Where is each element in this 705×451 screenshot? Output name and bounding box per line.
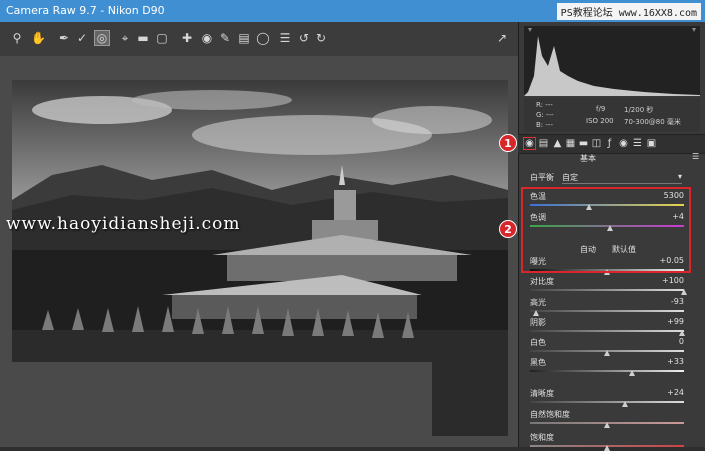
white-balance-dropdown[interactable]: 自定 ▾: [562, 172, 682, 184]
watermark: PS教程论坛 www.16XX8.com: [556, 3, 701, 20]
tone-curve-tab-icon[interactable]: ▤: [538, 138, 549, 149]
step-badge-1: 1: [499, 134, 517, 152]
image-info: R: --- G: --- B: --- f/9 1/200 秒 ISO 200…: [524, 98, 700, 132]
lens-corrections-tab-icon[interactable]: ◫: [591, 138, 602, 149]
slider-thumb[interactable]: [628, 370, 635, 376]
highlight-box: [521, 187, 691, 273]
watermark-url: www.haoyidiansheji.com: [6, 214, 241, 234]
slider-track[interactable]: [530, 401, 684, 403]
rgb-g-readout: G: ---: [536, 111, 554, 119]
slider-label: 饱和度: [530, 433, 554, 442]
adjustment-brush-icon[interactable]: ✎: [218, 31, 232, 45]
red-eye-icon[interactable]: ◉: [200, 31, 214, 45]
split-toning-tab-icon[interactable]: ▬: [578, 138, 589, 149]
shutter-readout: 1/200 秒: [624, 106, 654, 114]
detail-tab-icon[interactable]: ▲: [552, 138, 563, 149]
slider-label: 白色: [530, 338, 546, 347]
slider-thumb[interactable]: [604, 422, 610, 428]
window-title: Camera Raw 9.7 - Nikon D90: [6, 4, 165, 17]
histogram: [524, 26, 700, 96]
slider-track[interactable]: [530, 330, 684, 332]
slider-label: 清晰度: [530, 389, 554, 398]
slider-value[interactable]: -93: [644, 297, 684, 306]
white-balance-label: 白平衡: [530, 173, 554, 182]
crop-icon[interactable]: ⌖: [118, 31, 132, 45]
slider-label: 高光: [530, 298, 546, 307]
slider-value[interactable]: +33: [644, 357, 684, 366]
slider-thumb[interactable]: [681, 289, 687, 295]
color-sampler-icon[interactable]: ✓: [75, 31, 89, 45]
graduated-filter-icon[interactable]: ▤: [237, 31, 251, 45]
presets-icon[interactable]: ☰: [278, 31, 292, 45]
slider-label: 自然饱和度: [530, 410, 570, 419]
slider-thumb[interactable]: [604, 350, 610, 356]
preview-photo: [12, 80, 508, 436]
toolbar: ⚲ ✋ ✒ ✓ ◎ ⌖ ▬ ▢ ✚ ◉ ✎ ▤ ◯ ☰ ↺ ↻ ↗: [0, 22, 518, 57]
section-title: 基本: [580, 154, 596, 163]
title-bar: Camera Raw 9.7 - Nikon D90 PS教程论坛 www.16…: [0, 0, 705, 22]
hsl-tab-icon[interactable]: ▦: [565, 138, 576, 149]
effects-tab-icon[interactable]: ƒ: [604, 138, 615, 149]
rgb-r-readout: R: ---: [536, 101, 553, 109]
transform-icon[interactable]: ▢: [155, 31, 169, 45]
open-preferences-icon[interactable]: ↗: [495, 31, 509, 45]
slider-thumb[interactable]: [622, 401, 629, 407]
camera-calibration-tab-icon[interactable]: ◉: [618, 138, 629, 149]
aperture-readout: f/9: [596, 105, 606, 113]
slider-track[interactable]: [530, 289, 684, 291]
presets-tab-icon[interactable]: ☰: [632, 138, 643, 149]
rotate-ccw-icon[interactable]: ↺: [297, 31, 311, 45]
slider-label: 对比度: [530, 277, 554, 286]
slider-thumb[interactable]: [604, 445, 610, 451]
step-badge-2: 2: [499, 220, 517, 238]
spot-removal-icon[interactable]: ✚: [180, 31, 194, 45]
radial-filter-icon[interactable]: ◯: [256, 31, 270, 45]
rotate-cw-icon[interactable]: ↻: [314, 31, 328, 45]
white-balance-value: 自定: [562, 173, 578, 182]
slider-thumb[interactable]: [533, 310, 540, 316]
slider-track[interactable]: [530, 370, 684, 372]
lens-readout: 70-300@80 毫米: [624, 118, 681, 126]
slider-label: 阴影: [530, 318, 546, 327]
straighten-icon[interactable]: ▬: [136, 31, 150, 45]
white-balance-icon[interactable]: ✒: [57, 31, 71, 45]
basic-tab-icon[interactable]: ◉: [523, 137, 536, 150]
zoom-icon[interactable]: ⚲: [10, 31, 24, 45]
slider-label: 黑色: [530, 358, 546, 367]
targeted-adjust-icon[interactable]: ◎: [94, 30, 110, 46]
slider-track[interactable]: [530, 310, 684, 312]
panel-menu-icon[interactable]: ☰: [692, 152, 699, 161]
panel-tabs: ◉ ▤ ▲ ▦ ▬ ◫ ƒ ◉ ☰ ▣: [518, 134, 705, 154]
slider-value[interactable]: +99: [644, 317, 684, 326]
hand-icon[interactable]: ✋: [31, 31, 46, 45]
slider-value[interactable]: +24: [644, 388, 684, 397]
slider-thumb[interactable]: [679, 330, 686, 336]
slider-value[interactable]: 0: [644, 337, 684, 346]
iso-readout: ISO 200: [586, 117, 614, 125]
rgb-b-readout: B: ---: [536, 121, 553, 129]
slider-value[interactable]: +100: [644, 276, 684, 285]
snapshots-tab-icon[interactable]: ▣: [646, 138, 657, 149]
chevron-down-icon: ▾: [677, 172, 682, 181]
